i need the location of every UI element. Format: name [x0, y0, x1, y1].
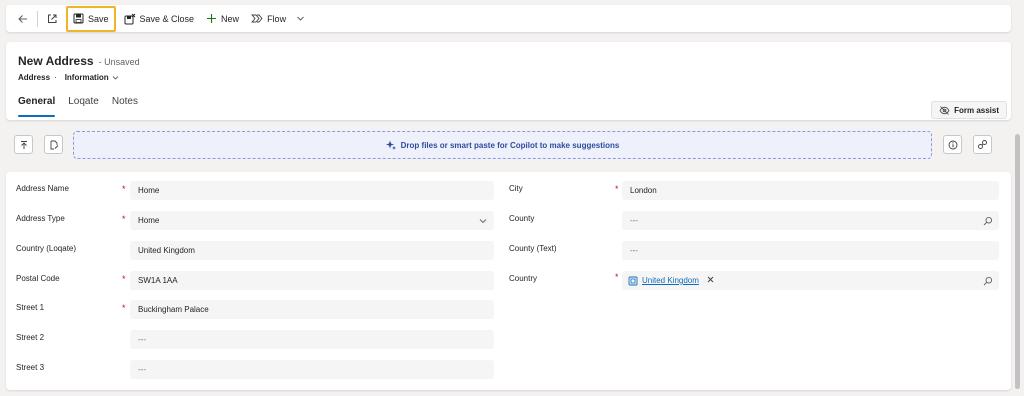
separator-dot: ·: [54, 73, 57, 82]
page-title: New Address: [18, 54, 94, 68]
address-type-select[interactable]: Home: [130, 211, 494, 230]
save-and-close-button[interactable]: Save & Close: [118, 8, 201, 30]
address-name-field[interactable]: Home: [130, 181, 494, 200]
required-indicator: *: [122, 214, 126, 224]
address-type-value: Home: [138, 216, 160, 225]
document-edit-icon: [50, 140, 58, 149]
flow-label: Flow: [267, 13, 287, 24]
street-2-field[interactable]: ---: [130, 330, 494, 349]
flow-icon: [251, 14, 263, 23]
country-search-button[interactable]: [982, 275, 993, 286]
street-3-label: Street 3: [16, 363, 45, 372]
new-button[interactable]: New: [200, 8, 245, 30]
street-2-value: ---: [138, 335, 146, 344]
chevron-down-icon: [296, 16, 304, 21]
search-icon: [983, 216, 992, 225]
sparkle-icon: [385, 140, 396, 150]
street-1-value: Buckingham Palace: [138, 305, 209, 314]
country-loqate-label: Country (Loqate): [16, 244, 77, 253]
search-icon: [983, 276, 992, 285]
flow-menu-chevron[interactable]: [292, 8, 308, 30]
chevron-down-icon: [112, 76, 119, 80]
tab-notes[interactable]: Notes: [112, 96, 138, 118]
county-text-field[interactable]: ---: [622, 241, 999, 260]
county-text-label: County (Text): [509, 244, 557, 253]
county-label: County: [509, 214, 535, 223]
required-indicator: *: [615, 184, 619, 194]
popout-button[interactable]: [41, 8, 63, 30]
required-indicator: *: [122, 184, 126, 194]
country-lookup[interactable]: United Kingdom: [622, 271, 999, 290]
form-fill-button[interactable]: [44, 135, 63, 154]
street-3-value: ---: [138, 365, 146, 374]
tab-list: General Loqate Notes: [18, 96, 138, 118]
required-indicator: *: [615, 272, 619, 282]
collapse-to-top-button[interactable]: [14, 135, 33, 154]
postal-code-field[interactable]: SW1A 1AA: [130, 271, 494, 290]
street-2-label: Street 2: [16, 333, 45, 342]
new-label: New: [221, 13, 240, 24]
save-status: - Unsaved: [98, 57, 140, 67]
form-assist-label: Form assist: [954, 105, 999, 115]
toolbar-divider: [37, 10, 38, 27]
country-lookup-tag: United Kingdom: [628, 275, 714, 286]
form-assist-button[interactable]: Form assist: [931, 101, 1007, 119]
copilot-settings-button[interactable]: [973, 135, 992, 154]
country-label: Country: [509, 274, 538, 283]
floppy-disk-icon: [73, 13, 84, 24]
county-text-value: ---: [630, 246, 638, 255]
remove-lookup-value-button[interactable]: [707, 275, 714, 286]
arrow-up-to-line-icon: [20, 140, 27, 149]
save-label: Save: [88, 13, 109, 24]
country-lookup-link[interactable]: United Kingdom: [642, 276, 699, 285]
vertical-scrollbar[interactable]: [1015, 134, 1020, 389]
close-icon: [707, 276, 714, 283]
info-button[interactable]: [943, 135, 962, 154]
dropdown-chevron: [477, 215, 488, 226]
postal-code-label: Postal Code: [16, 274, 60, 283]
entity-name: Address: [18, 73, 51, 82]
copilot-drop-text: Drop files or smart paste for Copilot to…: [400, 140, 620, 150]
county-value: ---: [630, 216, 638, 225]
form-header: New Address - Unsaved Address · Informat…: [6, 42, 1011, 120]
required-indicator: *: [122, 274, 126, 284]
street-3-field[interactable]: ---: [130, 360, 494, 379]
back-arrow-icon: [18, 14, 27, 23]
record-icon: [628, 276, 638, 285]
country-loqate-value: United Kingdom: [138, 246, 195, 255]
link-settings-icon: [978, 140, 987, 149]
country-loqate-field[interactable]: United Kingdom: [130, 241, 494, 260]
tab-general[interactable]: General: [18, 96, 56, 118]
eye-off-icon: [939, 105, 950, 115]
county-lookup[interactable]: ---: [622, 211, 999, 230]
address-name-label: Address Name: [16, 184, 69, 193]
postal-code-value: SW1A 1AA: [138, 276, 178, 285]
required-indicator: *: [122, 303, 126, 313]
command-bar: Save Save & Close New Flow: [6, 5, 1011, 32]
info-icon: [948, 140, 957, 149]
city-value: London: [630, 186, 657, 195]
save-and-close-icon: [124, 13, 135, 24]
form-selector-label: Information: [64, 73, 109, 82]
street-1-label: Street 1: [16, 303, 45, 312]
save-button[interactable]: Save: [66, 5, 116, 32]
county-search-button[interactable]: [982, 215, 993, 226]
copilot-drop-zone[interactable]: Drop files or smart paste for Copilot to…: [73, 131, 932, 159]
chevron-down-icon: [479, 218, 486, 223]
city-label: City: [509, 184, 523, 193]
plus-icon: [207, 14, 217, 23]
address-type-label: Address Type: [16, 214, 65, 223]
back-button[interactable]: [12, 8, 34, 30]
save-and-close-label: Save & Close: [139, 13, 195, 24]
form-selector[interactable]: Information: [65, 73, 119, 82]
tab-loqate[interactable]: Loqate: [68, 96, 99, 118]
address-name-value: Home: [138, 186, 160, 195]
street-1-field[interactable]: Buckingham Palace: [130, 300, 494, 319]
open-in-new-window-icon: [48, 14, 57, 23]
flow-button[interactable]: Flow: [245, 8, 292, 30]
city-field[interactable]: London: [622, 181, 999, 200]
